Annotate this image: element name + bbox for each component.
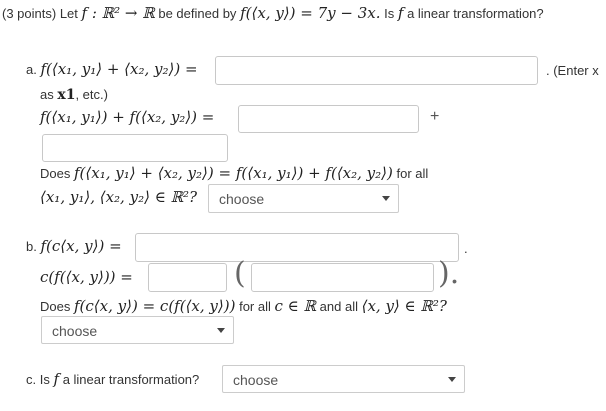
part-b-label: b. bbox=[26, 239, 37, 254]
part-b-dot: . bbox=[464, 241, 468, 256]
question-pre-c: Is bbox=[39, 372, 50, 387]
question-expr-b: f(c⟨x, y⟩) = c(f(⟨x, y⟩)) bbox=[73, 297, 236, 315]
plus-sign: + bbox=[430, 108, 440, 125]
part-a-expr2: f(⟨x₁, y₁⟩) + f(⟨x₂, y₂⟩) = bbox=[40, 108, 215, 126]
part-b-expr1: f(c⟨x, y⟩) = bbox=[40, 237, 122, 255]
part-a-select-value: choose bbox=[219, 191, 265, 207]
question-c-b: c ∈ ℝ bbox=[274, 297, 317, 315]
part-b-answer-1-input[interactable] bbox=[135, 233, 459, 262]
part-a-choose-select[interactable]: choose bbox=[208, 184, 399, 213]
hint-code: x1 bbox=[57, 87, 76, 103]
defined-text: be defined by bbox=[158, 6, 237, 21]
paren-close: ). bbox=[438, 256, 460, 291]
f-symbol-c: f bbox=[53, 370, 60, 388]
question-post: a linear transformation? bbox=[407, 6, 544, 21]
part-c-label: c. bbox=[26, 372, 37, 387]
question-pre-b: Does bbox=[40, 299, 71, 314]
hint-pre: as bbox=[40, 87, 54, 102]
chevron-down-icon bbox=[217, 328, 225, 333]
part-a-expr1: f(⟨x₁, y₁⟩ + ⟨x₂, y₂⟩) = bbox=[40, 60, 198, 78]
part-a-answer-3-input[interactable] bbox=[42, 134, 228, 162]
part-b-question: Does f(c⟨x, y⟩) = c(f(⟨x, y⟩)) for all c… bbox=[40, 297, 447, 315]
part-b-choose-select[interactable]: choose bbox=[41, 316, 234, 344]
chevron-down-icon bbox=[382, 196, 390, 201]
question-mid-b: for all bbox=[239, 299, 271, 314]
part-a-question: Does f(⟨x₁, y₁⟩ + ⟨x₂, y₂⟩) = f(⟨x₁, y₁⟩… bbox=[40, 164, 428, 182]
part-b-answer-3-input[interactable] bbox=[251, 263, 434, 292]
part-b-line1: b. f(c⟨x, y⟩) = bbox=[26, 237, 122, 255]
points-label: (3 points) bbox=[2, 6, 57, 21]
question-and-b: and all bbox=[319, 299, 358, 314]
part-a-answer-2-input[interactable] bbox=[238, 105, 419, 133]
part-a-hint: as x1, etc.) bbox=[40, 87, 108, 103]
part-b-select-value: choose bbox=[52, 323, 98, 339]
question-pre: Is bbox=[384, 6, 395, 21]
part-c-select-value: choose bbox=[233, 372, 279, 388]
question-expr-a: f(⟨x₁, y₁⟩ + ⟨x₂, y₂⟩) = f(⟨x₁, y₁⟩) + f… bbox=[73, 164, 393, 182]
question-post-c: a linear transformation? bbox=[62, 372, 200, 387]
part-a-line1: a. f(⟨x₁, y₁⟩ + ⟨x₂, y₂⟩) = bbox=[26, 60, 198, 78]
part-a-answer-1-input[interactable] bbox=[215, 56, 538, 85]
part-c-question: c. Is f a linear transformation? bbox=[26, 370, 199, 388]
question-expr2-a: ⟨x₁, y₁⟩, ⟨x₂, y₂⟩ ∈ ℝ²? bbox=[40, 188, 198, 206]
part-b-expr2: c(f(⟨x, y⟩)) = bbox=[40, 268, 133, 286]
question-xy-b: ⟨x, y⟩ ∈ ℝ²? bbox=[361, 297, 447, 315]
paren-open: ( bbox=[234, 256, 246, 291]
part-c-choose-select[interactable]: choose bbox=[222, 365, 465, 393]
f-symbol: f bbox=[397, 4, 404, 22]
formula-expression: f(⟨x, y⟩) = 7y − 3x. bbox=[240, 4, 381, 22]
map-expression: f : ℝ² → ℝ bbox=[81, 4, 155, 22]
chevron-down-icon bbox=[448, 377, 456, 382]
part-a-label: a. bbox=[26, 62, 37, 77]
question-post-a: for all bbox=[396, 166, 429, 181]
part-b-answer-2-input[interactable] bbox=[148, 263, 227, 292]
problem-header: (3 points) Let f : ℝ² → ℝ be defined by … bbox=[2, 4, 544, 22]
hint-post: , etc.) bbox=[75, 87, 108, 102]
intro-text: Let bbox=[59, 6, 78, 21]
question-pre-a: Does bbox=[40, 166, 71, 181]
enter-note: . (Enter x bbox=[546, 63, 599, 78]
